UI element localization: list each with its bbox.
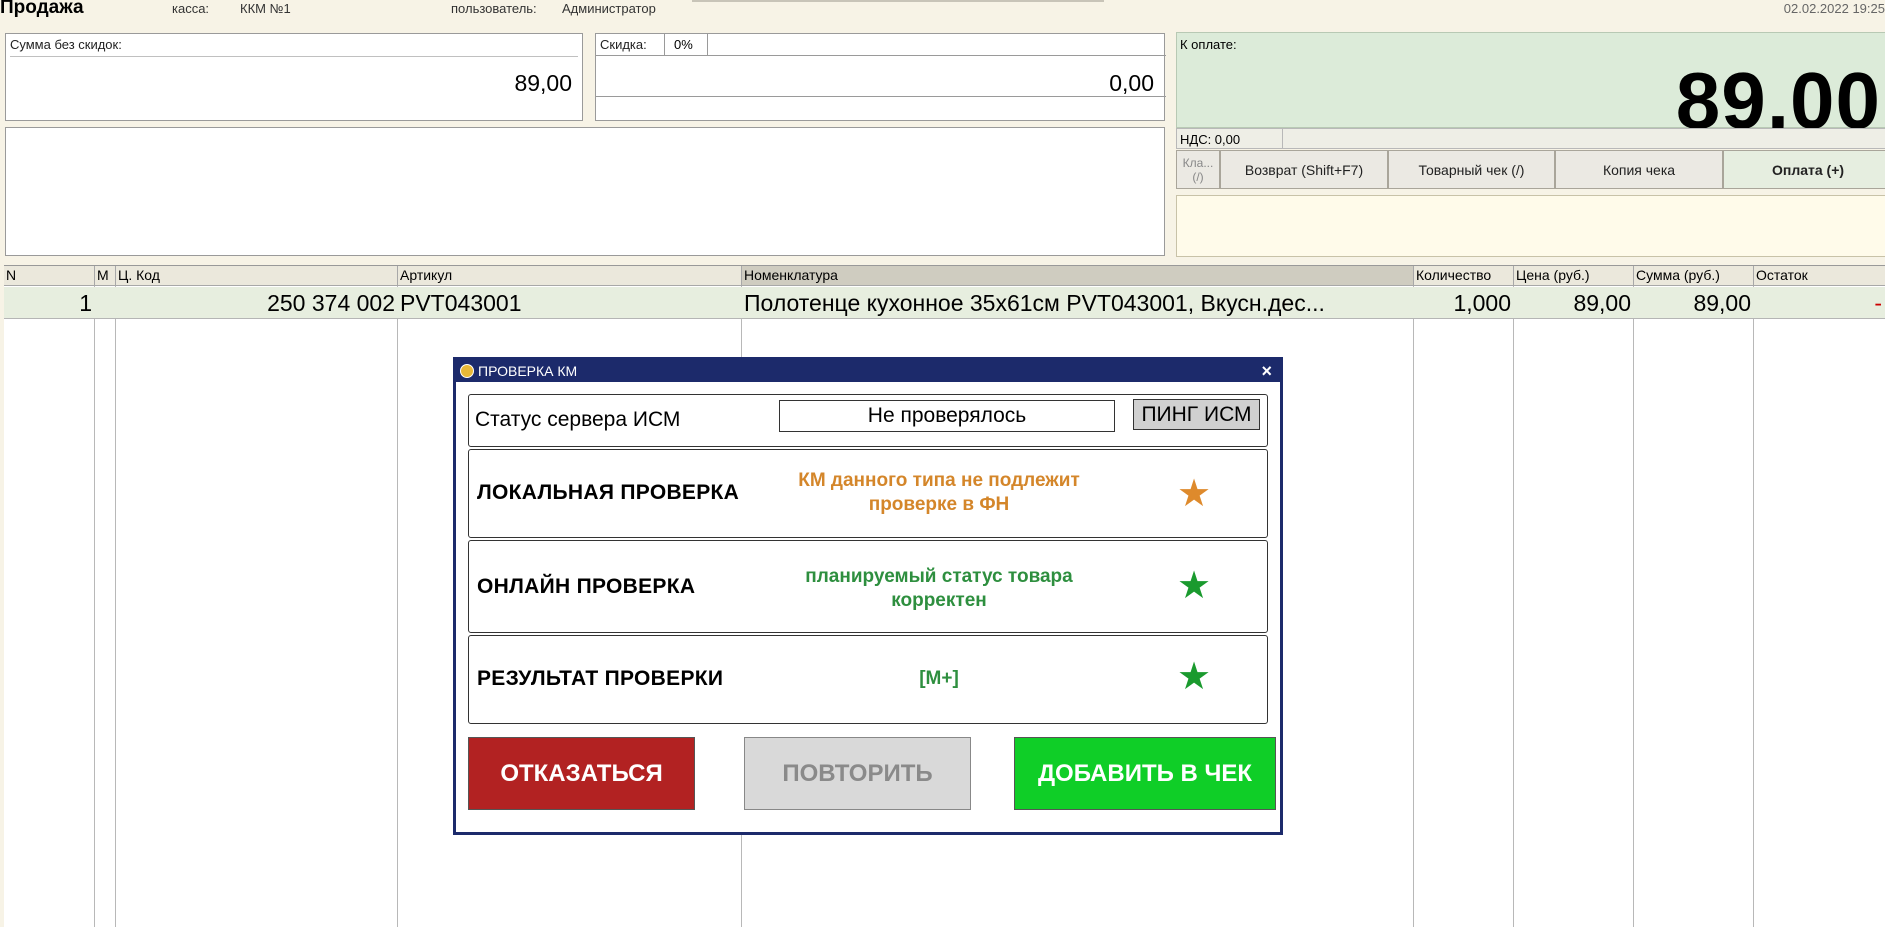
discount-value: 0,00 <box>1109 70 1154 96</box>
return-button[interactable]: Возврат (Shift+F7) <box>1220 150 1388 189</box>
add-to-receipt-button[interactable]: ДОБАВИТЬ В ЧЕК <box>1014 737 1276 810</box>
col-divider <box>115 286 116 927</box>
cell-n: 1 <box>79 290 92 316</box>
col-header-price[interactable]: Цена (руб.) <box>1514 266 1634 286</box>
star-warning-icon: ★ <box>1177 473 1212 515</box>
col-header-qty[interactable]: Количество <box>1414 266 1514 286</box>
cell-sum: 89,00 <box>1693 290 1751 316</box>
page-title: Продажа <box>0 0 84 18</box>
cancel-button[interactable]: ОТКАЗАТЬСЯ <box>468 737 695 810</box>
discount-header: Скидка: 0% <box>596 34 1166 56</box>
col-header-sum[interactable]: Сумма (руб.) <box>1634 266 1754 286</box>
col-header-remainder[interactable]: Остаток <box>1754 266 1885 286</box>
col-header-m[interactable]: М <box>95 266 116 286</box>
dialog-title: ПРОВЕРКА КМ <box>478 363 578 379</box>
sum-value: 89,00 <box>514 70 572 96</box>
discount-label: Скидка: <box>600 37 647 52</box>
col-divider <box>94 286 95 927</box>
col-header-name[interactable]: Номенклатура <box>742 266 1414 286</box>
vat-value: НДС: 0,00 <box>1177 129 1283 148</box>
col-header-n[interactable]: N <box>4 266 95 286</box>
result-label: РЕЗУЛЬТАТ ПРОВЕРКИ <box>477 667 724 690</box>
cell-article: PVT043001 <box>400 290 522 316</box>
online-check-section: ОНЛАЙН ПРОВЕРКА планируемый статус товар… <box>468 540 1268 633</box>
app-logo-icon <box>460 364 474 378</box>
ping-button[interactable]: ПИНГ ИСМ <box>1133 399 1260 430</box>
close-icon[interactable]: × <box>1261 360 1272 382</box>
col-divider <box>1753 286 1754 927</box>
cell-remainder: - <box>1874 290 1882 316</box>
marking-icon <box>100 290 114 302</box>
vat-bar: НДС: 0,00 <box>1176 128 1885 149</box>
local-check-label: ЛОКАЛЬНАЯ ПРОВЕРКА <box>477 481 740 504</box>
payment-label: К оплате: <box>1180 37 1237 52</box>
col-divider <box>1413 286 1414 927</box>
user-label: пользователь: <box>451 1 537 16</box>
result-message: [М+] <box>919 668 959 689</box>
header-bar: Продажа касса: ККМ №1 пользователь: Адми… <box>0 0 1885 22</box>
pay-button[interactable]: Оплата (+) <box>1723 150 1885 189</box>
sum-panel: Сумма без скидок: 89,00 <box>5 33 583 121</box>
star-ok-icon: ★ <box>1177 565 1212 607</box>
payment-panel: К оплате: 89,00 <box>1176 32 1885 141</box>
keyboard-button[interactable]: Кла... (/) <box>1176 150 1220 189</box>
user-value: Администратор <box>562 1 656 16</box>
cell-code: 250 374 002 <box>267 290 395 316</box>
discount-panel: Скидка: 0% 0,00 <box>595 33 1166 121</box>
message-panel <box>1176 195 1885 257</box>
kassa-value: ККМ №1 <box>240 1 291 16</box>
local-check-message: КМ данного типа не подлежит проверке в Ф… <box>798 470 1080 515</box>
kassa-label: касса: <box>172 1 210 16</box>
col-divider <box>1513 286 1514 927</box>
result-section: РЕЗУЛЬТАТ ПРОВЕРКИ [М+] ★ <box>468 635 1268 724</box>
header-divider <box>692 0 1104 2</box>
discount-percent[interactable]: 0% <box>664 34 708 55</box>
local-check-section: ЛОКАЛЬНАЯ ПРОВЕРКА КМ данного типа не по… <box>468 449 1268 538</box>
info-panel <box>5 127 1165 256</box>
receipt-button[interactable]: Товарный чек (/) <box>1388 150 1555 189</box>
cell-qty: 1,000 <box>1453 290 1511 316</box>
km-check-dialog: ПРОВЕРКА КМ × Статус сервера ИСМ Не пров… <box>453 357 1283 835</box>
server-status-field: Не проверялось <box>779 400 1115 432</box>
discount-footer <box>596 96 1166 120</box>
copy-receipt-button[interactable]: Копия чека <box>1555 150 1723 189</box>
sum-label: Сумма без скидок: <box>10 37 122 52</box>
dialog-titlebar: ПРОВЕРКА КМ <box>456 360 1280 382</box>
datetime: 02.02.2022 19:25 <box>1783 1 1885 16</box>
online-check-message: планируемый статус товара корректен <box>805 566 1073 611</box>
server-status-section: Статус сервера ИСМ Не проверялось ПИНГ И… <box>468 394 1268 447</box>
table-row[interactable]: 1 250 374 002 PVT043001 Полотенце кухонн… <box>4 287 1885 319</box>
col-header-article[interactable]: Артикул <box>398 266 742 286</box>
retry-button[interactable]: ПОВТОРИТЬ <box>744 737 971 810</box>
col-header-code[interactable]: Ц. Код <box>116 266 398 286</box>
cell-price: 89,00 <box>1573 290 1631 316</box>
sum-divider <box>10 56 578 57</box>
cell-name: Полотенце кухонное 35х61см PVT043001, Вк… <box>744 290 1325 316</box>
star-ok-icon: ★ <box>1177 656 1212 698</box>
col-divider <box>1633 286 1634 927</box>
online-check-label: ОНЛАЙН ПРОВЕРКА <box>477 575 696 598</box>
server-status-label: Статус сервера ИСМ <box>475 408 681 431</box>
col-divider <box>397 286 398 927</box>
